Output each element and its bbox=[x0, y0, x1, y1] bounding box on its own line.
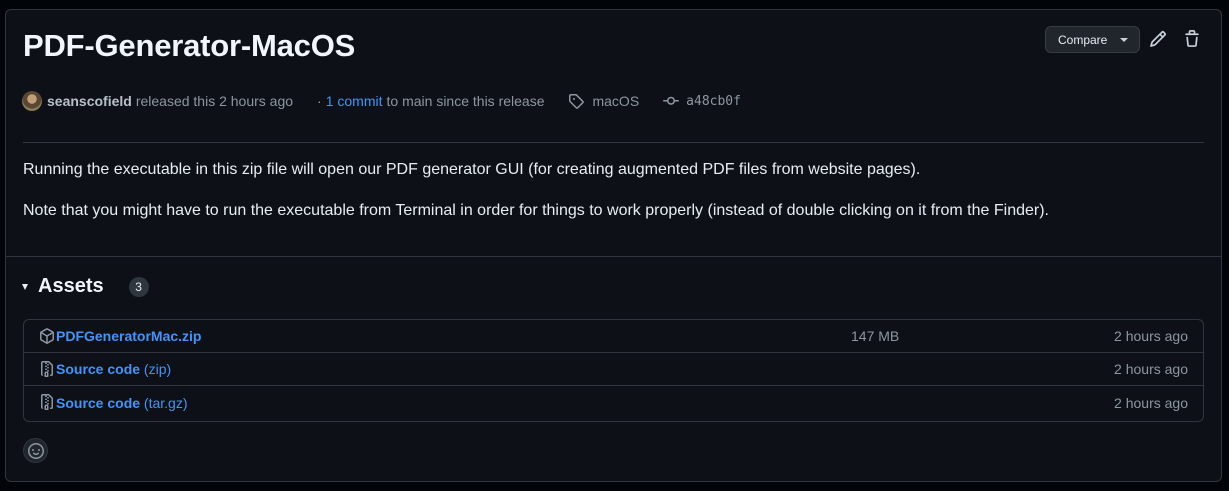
commit-separator: · bbox=[317, 93, 322, 109]
commit-sha-link[interactable]: a48cb0f bbox=[663, 93, 741, 109]
tag-icon bbox=[569, 94, 585, 109]
asset-row: Source code (tar.gz) 2 hours ago bbox=[24, 386, 1203, 419]
commit-link[interactable]: 1 commit bbox=[326, 93, 383, 109]
asset-time: 2 hours ago bbox=[1114, 361, 1188, 377]
section-divider bbox=[6, 256, 1221, 257]
commit-suffix: to main since this release bbox=[386, 93, 545, 109]
package-icon bbox=[40, 328, 54, 344]
author-link[interactable]: seanscofield bbox=[47, 93, 132, 109]
trash-icon bbox=[1185, 30, 1199, 47]
asset-name: PDFGeneratorMac.zip bbox=[56, 328, 202, 344]
asset-name: Source code bbox=[56, 361, 141, 377]
git-commit-icon bbox=[663, 96, 680, 105]
file-zip-icon bbox=[41, 394, 53, 410]
asset-download-link[interactable]: PDFGeneratorMac.zip bbox=[56, 328, 201, 344]
tag-link[interactable]: macOS bbox=[568, 93, 639, 109]
avatar[interactable] bbox=[22, 91, 42, 111]
asset-name: Source code bbox=[56, 394, 141, 411]
release-meta: seanscofield released this 2 hours ago ·… bbox=[22, 90, 741, 112]
file-zip-icon bbox=[41, 361, 53, 377]
asset-download-link[interactable]: Source code (tar.gz) bbox=[56, 395, 188, 411]
compare-button[interactable]: Compare bbox=[1045, 26, 1140, 53]
assets-toggle[interactable]: Assets 3 bbox=[22, 275, 149, 298]
released-text: released this 2 hours ago bbox=[135, 93, 294, 109]
assets-heading: Assets bbox=[38, 275, 104, 297]
triangle-down-icon bbox=[22, 283, 28, 290]
pencil-icon bbox=[1150, 31, 1166, 47]
chevron-down-icon bbox=[1120, 38, 1128, 42]
smiley-icon bbox=[27, 442, 44, 459]
release-body-paragraph: Note that you might have to run the exec… bbox=[23, 202, 1049, 219]
asset-download-link[interactable]: Source code (zip) bbox=[56, 361, 171, 377]
edit-button[interactable] bbox=[1149, 30, 1167, 48]
release-body-paragraph: Running the executable in this zip file … bbox=[23, 161, 921, 178]
asset-size: 147 MB bbox=[851, 328, 900, 344]
asset-row: PDFGeneratorMac.zip 147 MB 2 hours ago bbox=[24, 320, 1203, 353]
commit-sha: a48cb0f bbox=[686, 93, 741, 109]
release-title[interactable]: PDF-Generator-MacOS bbox=[23, 28, 355, 64]
asset-ext: (zip) bbox=[143, 361, 172, 377]
asset-row: Source code (zip) 2 hours ago bbox=[24, 353, 1203, 386]
assets-count-badge: 3 bbox=[128, 276, 149, 297]
release-card: PDF-Generator-MacOS Compare seanscofield… bbox=[5, 9, 1222, 482]
asset-ext: (tar.gz) bbox=[143, 394, 188, 411]
add-reaction-button[interactable] bbox=[23, 438, 48, 463]
header-divider bbox=[23, 142, 1204, 143]
assets-list: PDFGeneratorMac.zip 147 MB 2 hours ago S… bbox=[23, 319, 1204, 422]
asset-time: 2 hours ago bbox=[1114, 394, 1188, 411]
delete-button[interactable] bbox=[1183, 30, 1201, 48]
tag-label: macOS bbox=[592, 93, 640, 109]
compare-label: Compare bbox=[1058, 32, 1108, 47]
asset-time: 2 hours ago bbox=[1114, 328, 1188, 344]
